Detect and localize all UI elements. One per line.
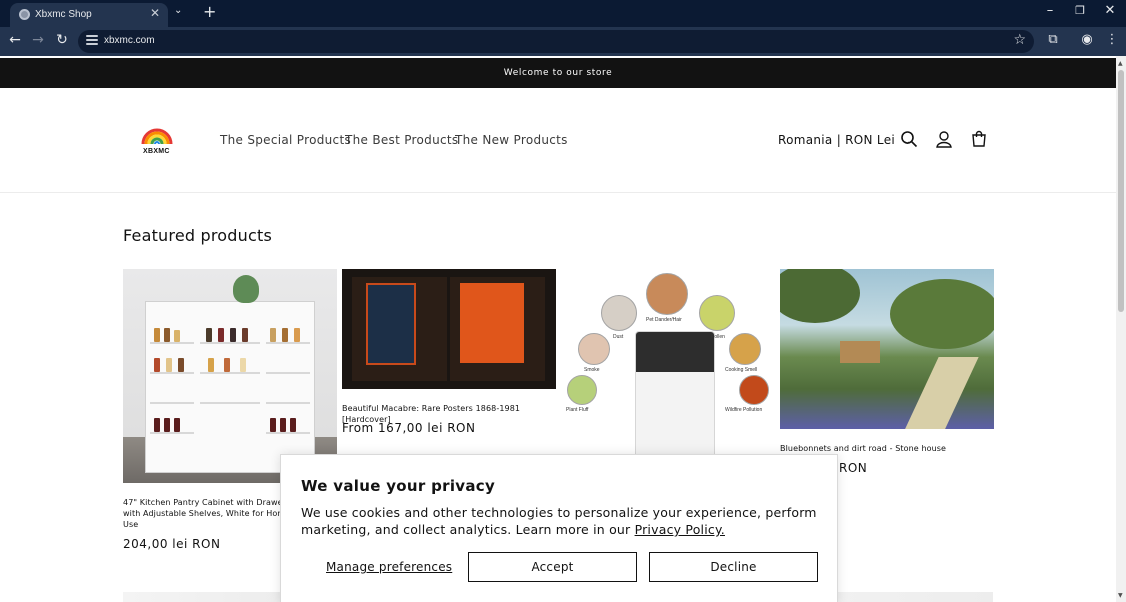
cookie-body: We use cookies and other technologies to… [301, 505, 817, 537]
browser-tab-bar: Xbxmc Shop ✕ ⌄ + – ❐ ✕ [0, 0, 1126, 27]
product-image[interactable]: Pet Dander/Hair Dust Pollen Smoke Cookin… [561, 269, 775, 483]
cookie-consent-banner: We value your privacy We use cookies and… [280, 454, 838, 602]
cookie-title: We value your privacy [301, 477, 496, 495]
close-tab-icon[interactable]: ✕ [150, 6, 160, 20]
back-icon[interactable]: ← [6, 32, 24, 48]
product-card[interactable]: Pet Dander/Hair Dust Pollen Smoke Cookin… [561, 269, 775, 483]
product-card[interactable]: Beautiful Macabre: Rare Posters 1868-198… [342, 269, 556, 435]
restore-icon[interactable]: ❐ [1065, 4, 1095, 17]
tab-search-icon[interactable]: ⌄ [174, 5, 182, 16]
page-viewport: Welcome to our store XBXMC The Special P… [0, 56, 1116, 602]
account-icon[interactable] [935, 130, 953, 148]
country-selector[interactable]: Romania | RON Lei ⌄ [778, 133, 912, 147]
privacy-policy-link[interactable]: Privacy Policy. [635, 522, 725, 537]
profile-icon[interactable]: ◉ [1078, 32, 1096, 47]
browser-tab[interactable]: Xbxmc Shop ✕ [10, 3, 168, 27]
product-image[interactable] [123, 269, 337, 483]
site-settings-icon[interactable] [86, 35, 98, 47]
window-close-icon[interactable]: ✕ [1095, 3, 1125, 18]
nav-best-products[interactable]: The Best Products [345, 133, 458, 147]
purifier-label: Pollen [711, 334, 725, 340]
decline-button[interactable]: Decline [649, 552, 818, 582]
globe-icon [19, 9, 30, 20]
tab-title: Xbxmc Shop [35, 9, 92, 20]
manage-preferences-button[interactable]: Manage preferences [326, 560, 452, 574]
purifier-label: Pet Dander/Hair [646, 317, 682, 323]
product-image[interactable] [780, 269, 994, 429]
address-bar[interactable]: xbxmc.com ☆ [78, 30, 1034, 53]
nav-new-products[interactable]: The New Products [455, 133, 568, 147]
accept-button[interactable]: Accept [468, 552, 637, 582]
announcement-bar: Welcome to our store [0, 58, 1116, 88]
purifier-label: Plant Fluff [566, 407, 589, 413]
product-price: 204,00 lei RON [123, 537, 221, 551]
country-selector-label: Romania | RON Lei [778, 133, 896, 147]
purifier-label: Cooking Smell [725, 367, 758, 373]
purifier-label: Smoke [584, 367, 600, 373]
url-text[interactable]: xbxmc.com [104, 35, 155, 46]
scroll-thumb[interactable] [1118, 70, 1124, 312]
featured-products-heading: Featured products [123, 226, 272, 245]
product-card[interactable]: Bluebonnets and dirt road - Stone house … [780, 269, 994, 475]
product-price: RON [839, 461, 868, 475]
scroll-up-arrow-icon[interactable]: ▲ [1118, 60, 1123, 67]
menu-kebab-icon[interactable]: ⋮ [1103, 32, 1121, 47]
search-icon[interactable] [900, 130, 918, 148]
bookmark-star-icon[interactable]: ☆ [1013, 32, 1026, 48]
cart-icon[interactable] [970, 130, 988, 148]
purifier-label: Dust [613, 334, 624, 340]
product-image[interactable] [342, 269, 556, 389]
new-tab-icon[interactable]: + [203, 2, 216, 21]
site-header: XBXMC The Special Products The Best Prod… [0, 88, 1116, 193]
nav-special-products[interactable]: The Special Products [220, 133, 351, 147]
forward-icon[interactable]: → [29, 32, 47, 48]
purifier-label: Wildfire Pollution [725, 407, 763, 413]
reload-icon[interactable]: ↻ [53, 32, 71, 48]
browser-toolbar: ← → ↻ xbxmc.com ☆ ⧉ ◉ ⋮ [0, 27, 1126, 56]
scroll-down-arrow-icon[interactable]: ▼ [1118, 592, 1123, 599]
minimize-icon[interactable]: – [1035, 3, 1065, 18]
page-scrollbar[interactable]: ▲ ▼ [1116, 56, 1126, 602]
product-price: From 167,00 lei RON [342, 421, 476, 435]
product-card[interactable]: 47" Kitchen Pantry Cabinet with Drawer, … [123, 269, 337, 551]
product-title[interactable]: Bluebonnets and dirt road - Stone house [780, 443, 994, 454]
extensions-icon[interactable]: ⧉ [1044, 32, 1062, 47]
cookie-text: We use cookies and other technologies to… [301, 504, 826, 538]
logo-text[interactable]: XBXMC [143, 148, 170, 155]
